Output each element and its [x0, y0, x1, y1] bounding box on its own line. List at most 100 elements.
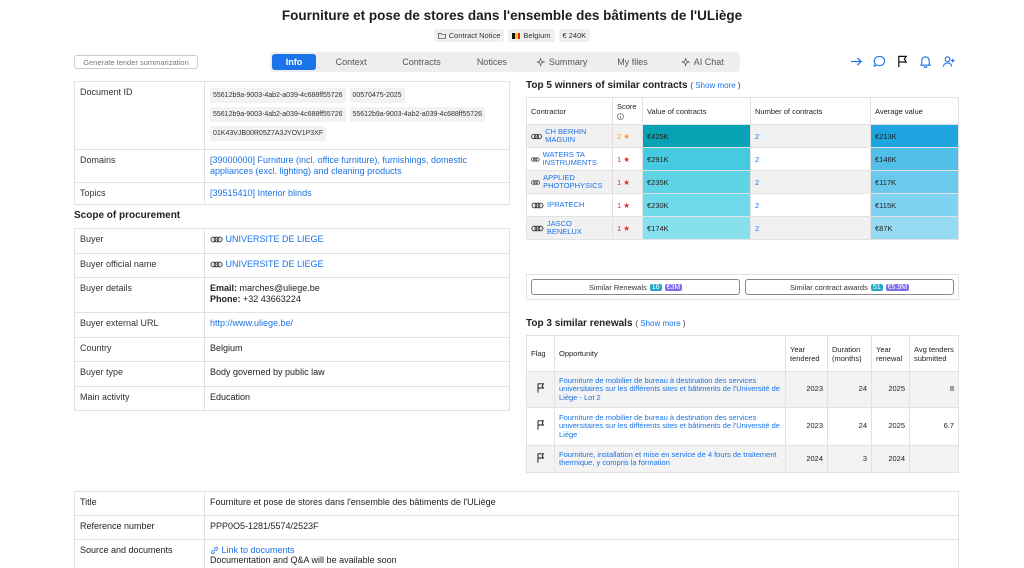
- duration-months: 3: [827, 445, 872, 473]
- tab-info[interactable]: Info: [272, 54, 316, 70]
- tab-my-files[interactable]: My files: [597, 54, 667, 70]
- buyer-link[interactable]: UNIVERSITE DE LIEGE: [226, 234, 324, 244]
- tab-notices[interactable]: Notices: [457, 54, 527, 70]
- winners-show-more: ( Show more ): [690, 81, 741, 90]
- generate-summary-button[interactable]: Generate tender summarization: [74, 55, 198, 69]
- documents-link[interactable]: Link to documents: [222, 545, 295, 555]
- duration-months: 24: [827, 371, 872, 408]
- similar-awards-count: 51: [870, 283, 883, 291]
- col-duration: Duration (months): [827, 335, 872, 372]
- col-flag: Flag: [526, 335, 555, 372]
- winner-row: JASCO BENELUX 1 ★ €174K 2 €87K: [526, 216, 959, 240]
- document-id-chip: 00570475-2025: [349, 88, 405, 103]
- score-value: 1: [617, 154, 622, 164]
- flag-icon[interactable]: [536, 420, 545, 430]
- buyer-type-label: Buyer type: [74, 361, 205, 387]
- score-value: 1: [617, 177, 622, 187]
- contractor-link[interactable]: APPLIED PHOTOPHYSICS: [543, 174, 608, 190]
- link-icon: [211, 547, 218, 555]
- renewal-row: Fourniture de mobilier de bureau à desti…: [526, 371, 959, 408]
- col-count: Number of contracts: [750, 97, 871, 125]
- similar-renewals-button[interactable]: Similar Renewals 16 €3M: [531, 279, 740, 295]
- winners-header-row: Contractor Score Value of contracts Numb…: [526, 97, 959, 125]
- tab-context[interactable]: Context: [316, 54, 386, 70]
- year-tendered: 2023: [785, 407, 828, 446]
- opportunity-link[interactable]: Fourniture de mobilier de bureau à desti…: [554, 407, 786, 446]
- value-of-contracts: €174K: [642, 216, 751, 240]
- value-of-contracts: €425K: [642, 124, 751, 148]
- star-icon: ★: [623, 223, 630, 233]
- flag-icon[interactable]: [896, 55, 909, 68]
- score-value: 1: [617, 200, 622, 210]
- buyer-official-link[interactable]: UNIVERSITE DE LIEGE: [226, 259, 324, 269]
- phone-value: +32 43663224: [243, 294, 301, 304]
- title-label: Title: [74, 491, 205, 516]
- source-label: Source and documents: [74, 538, 205, 568]
- notice-type-badge: Contract Notice: [433, 29, 505, 42]
- opportunity-link[interactable]: Fourniture de mobilier de bureau à desti…: [554, 371, 786, 408]
- opportunity-link[interactable]: Fourniture, installation et mise en serv…: [554, 445, 786, 473]
- topics-link[interactable]: [39515410] Interior blinds: [210, 188, 312, 198]
- score-value: 1: [617, 223, 622, 233]
- score-value: 2: [617, 131, 622, 141]
- company-logo-icon: [531, 133, 542, 139]
- year-renewal: 2025: [871, 407, 910, 446]
- buyer-official-label: Buyer official name: [74, 253, 205, 278]
- company-logo-icon: [531, 179, 540, 185]
- document-id-row: Document ID 55612b9a-9003-4ab2-a039-4c68…: [74, 81, 510, 150]
- tab-summary[interactable]: Summary: [527, 54, 597, 70]
- flag-icon[interactable]: [536, 383, 545, 393]
- document-id-label: Document ID: [74, 81, 205, 150]
- scope-heading: Scope of procurement: [74, 210, 181, 221]
- email-value: marches@uliege.be: [239, 283, 320, 293]
- buyer-details-value: Email: marches@uliege.be Phone: +32 4366…: [204, 277, 510, 313]
- comment-icon[interactable]: [873, 55, 886, 68]
- action-icons: [850, 55, 955, 68]
- scope-table: Buyer UNIVERSITE DE LIEGE Buyer official…: [74, 228, 510, 411]
- buyer-type-value: Body governed by public law: [204, 361, 510, 387]
- buyer-url-link[interactable]: http://www.uliege.be/: [210, 318, 293, 328]
- info-icon: [617, 112, 624, 120]
- contractor-link[interactable]: IPRATECH: [547, 201, 584, 209]
- document-id-chip: 01K43VJB00R05Z7A3JYOV1P3XF: [210, 126, 327, 141]
- contractor-link[interactable]: WATERS TA INSTRUMENTS: [543, 151, 608, 167]
- star-icon: ★: [623, 131, 630, 141]
- number-of-contracts[interactable]: 2: [755, 201, 759, 210]
- number-of-contracts[interactable]: 2: [755, 178, 759, 187]
- share-arrow-icon[interactable]: [850, 55, 863, 68]
- renewals-heading: Top 3 similar renewals ( Show more ): [526, 318, 686, 329]
- similar-summary: Similar Renewals 16 €3M Similar contract…: [526, 274, 959, 300]
- number-of-contracts[interactable]: 2: [755, 155, 759, 164]
- col-avg-tenders: Avg tenders submitted: [909, 335, 959, 372]
- number-of-contracts[interactable]: 2: [755, 224, 759, 233]
- winners-show-more-link[interactable]: Show more: [695, 81, 735, 90]
- company-logo-icon: [210, 236, 223, 243]
- contractor-link[interactable]: CH BERHIN MAGUIN: [545, 128, 608, 144]
- country-label: Belgium: [523, 31, 551, 40]
- year-tendered: 2023: [785, 371, 828, 408]
- company-logo-icon: [531, 202, 544, 208]
- tab-contracts[interactable]: Contracts: [386, 54, 456, 70]
- email-label: Email:: [210, 283, 238, 293]
- renewals-header-row: Flag Opportunity Year tendered Duration …: [526, 335, 959, 372]
- similar-awards-button[interactable]: Similar contract awards 51 €5.9M: [745, 279, 954, 295]
- number-of-contracts[interactable]: 2: [755, 132, 759, 141]
- similar-awards-label: Similar contract awards: [789, 282, 868, 292]
- contractor-cell: JASCO BENELUX: [531, 220, 608, 236]
- star-icon: ★: [623, 177, 630, 187]
- tab-ai-chat[interactable]: AI Chat: [668, 54, 738, 70]
- domains-link[interactable]: [39000000] Furniture (incl. office furni…: [210, 155, 467, 176]
- bell-icon[interactable]: [919, 55, 932, 68]
- flag-icon[interactable]: [536, 453, 545, 463]
- duration-months: 24: [827, 407, 872, 446]
- col-year-renewal: Year renewal: [871, 335, 910, 372]
- contractor-link[interactable]: JASCO BENELUX: [547, 220, 608, 236]
- col-value: Value of contracts: [642, 97, 751, 125]
- add-user-icon[interactable]: [942, 55, 955, 68]
- renewals-show-more: ( Show more ): [635, 319, 686, 328]
- tab-ai-chat-label: AI Chat: [693, 57, 724, 67]
- country-label: Country: [74, 337, 205, 362]
- renewals-show-more-link[interactable]: Show more: [640, 319, 680, 328]
- general-info-table: Title Fourniture et pose de stores dans …: [74, 491, 959, 568]
- renewal-row: Fourniture de mobilier de bureau à desti…: [526, 407, 959, 446]
